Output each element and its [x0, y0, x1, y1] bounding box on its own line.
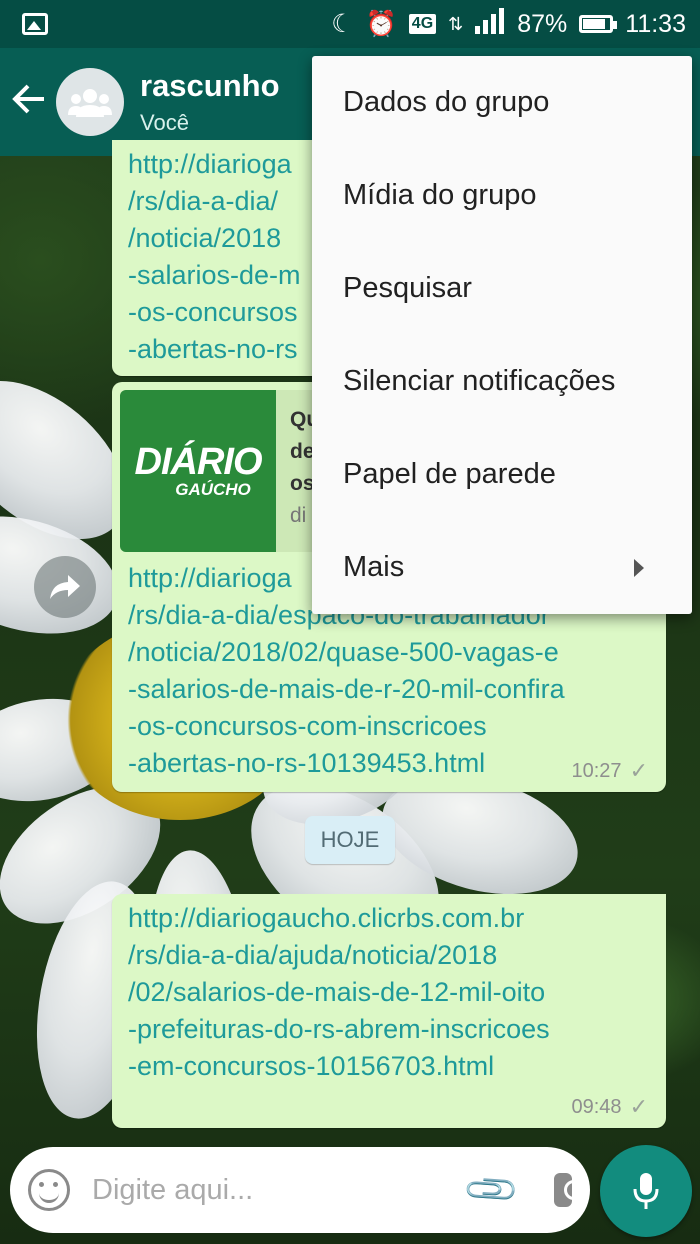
menu-item-label: Papel de parede	[343, 458, 556, 490]
menu-item-more[interactable]: Mais	[312, 521, 692, 614]
clock: 11:33	[625, 9, 686, 38]
overflow-menu: Dados do grupo Mídia do grupo Pesquisar …	[312, 56, 692, 614]
battery-percent: 87%	[517, 9, 568, 38]
message-link[interactable]: http://diariogaucho.clicrbs.com.br /rs/d…	[128, 900, 550, 1085]
group-avatar[interactable]	[56, 68, 124, 136]
sent-check-icon: ✓	[629, 758, 648, 783]
menu-item-wallpaper[interactable]: Papel de parede	[312, 428, 692, 521]
menu-item-label: Mídia do grupo	[343, 179, 537, 211]
message-bubble[interactable]: http://diarioga /rs/dia-a-dia/ /noticia/…	[112, 140, 332, 376]
message-time: 09:48	[571, 1095, 622, 1118]
message-meta: 09:48 ✓	[572, 1094, 649, 1120]
network-type-badge: 4G	[408, 14, 437, 34]
menu-item-label: Pesquisar	[343, 272, 472, 304]
message-composer: 📎	[10, 1147, 590, 1233]
moon-icon: ☾	[331, 10, 354, 38]
battery-icon	[579, 15, 618, 33]
back-arrow-icon[interactable]	[12, 81, 56, 124]
menu-item-group-info[interactable]: Dados do grupo	[312, 56, 692, 149]
message-meta: 10:27 ✓	[572, 758, 649, 784]
group-name: rascunho	[140, 68, 280, 103]
menu-item-label: Dados do grupo	[343, 86, 550, 118]
forward-button[interactable]	[34, 556, 96, 618]
sent-check-icon: ✓	[629, 1094, 648, 1119]
message-link[interactable]: http://diarioga /rs/dia-a-dia/ /noticia/…	[128, 146, 301, 368]
menu-item-label: Silenciar notificações	[343, 365, 616, 397]
emoji-icon[interactable]	[28, 1169, 70, 1211]
forward-icon	[50, 575, 80, 599]
attach-clip-icon[interactable]: 📎	[461, 1159, 522, 1220]
message-input[interactable]	[92, 1173, 469, 1207]
camera-icon[interactable]	[553, 1173, 585, 1207]
diario-gaucho-logo: DIÁRIO GAÚCHO	[120, 390, 276, 552]
chat-title-area[interactable]: rascunho Você	[140, 68, 280, 136]
image-notification-icon	[22, 13, 48, 35]
menu-item-mute-notifications[interactable]: Silenciar notificações	[312, 335, 692, 428]
date-divider: HOJE	[305, 816, 395, 864]
menu-item-label: Mais	[343, 551, 405, 583]
menu-item-group-media[interactable]: Mídia do grupo	[312, 149, 692, 242]
data-arrows-icon: ⇅	[448, 14, 464, 34]
submenu-arrow-icon	[634, 559, 644, 577]
alarm-icon: ⏰	[365, 9, 397, 38]
signal-icon	[475, 7, 505, 41]
mic-button[interactable]	[600, 1145, 692, 1237]
group-icon	[68, 89, 112, 117]
microphone-icon	[633, 1173, 659, 1209]
group-members: Você	[140, 110, 189, 135]
message-bubble[interactable]: http://diariogaucho.clicrbs.com.br /rs/d…	[112, 894, 666, 1128]
menu-item-search[interactable]: Pesquisar	[312, 242, 692, 335]
status-bar: ☾ ⏰ 4G ⇅ 87% 11:33	[0, 0, 700, 48]
message-time: 10:27	[571, 759, 622, 782]
